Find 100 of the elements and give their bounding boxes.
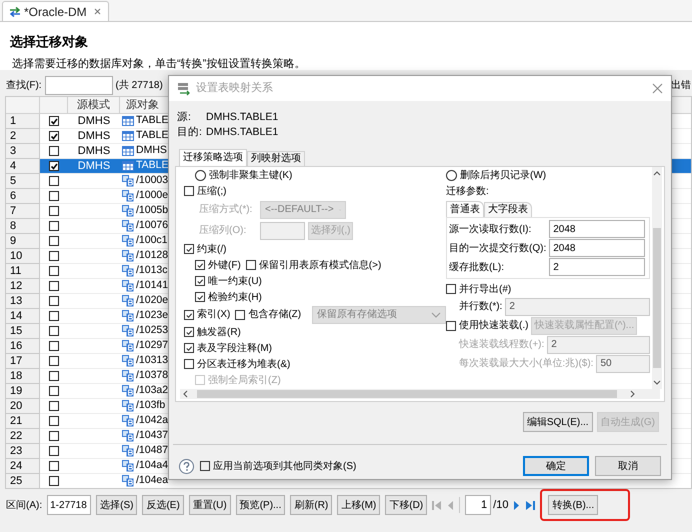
column-header[interactable]: 源对象 [120, 97, 159, 113]
text-field[interactable]: 2 [549, 258, 645, 276]
dialog-tab[interactable]: 迁移策略选项 [179, 149, 247, 166]
count-label: (共 27718) [116, 78, 163, 92]
table-mapping-icon [177, 82, 190, 96]
row-number: 13 [6, 294, 40, 309]
row-checkbox[interactable] [49, 266, 59, 276]
scroll-left-icon [182, 390, 189, 398]
field-label: 迁移参数: [446, 184, 489, 198]
option-checkbox[interactable]: 表及字段注释(M) [184, 340, 272, 356]
row-number: 7 [6, 204, 40, 219]
row-checkbox[interactable] [49, 146, 59, 156]
option-checkbox[interactable]: 唯一约束(U) [195, 274, 262, 288]
field-label: 压缩方式(*): [198, 202, 254, 217]
page-description: 选择需要迁移的数据库对象，单击“转换”按钮设置转换策略。 [11, 56, 306, 72]
field-value: DMHS.TABLE1 [206, 110, 278, 124]
row-checkbox[interactable] [49, 386, 59, 396]
table-cell-text: /10128 [136, 248, 168, 264]
row-checkbox[interactable] [49, 461, 59, 471]
option-checkbox[interactable]: 触发器(R) [184, 324, 241, 340]
toolbar-button[interactable]: 上移(M) [337, 495, 380, 515]
row-number: 8 [6, 219, 40, 234]
previous-page-icon [447, 500, 454, 510]
row-checkbox[interactable] [49, 341, 59, 351]
table-icon [122, 161, 134, 171]
dialog-button[interactable]: 取消 [595, 456, 661, 476]
toolbar-button[interactable]: 预览(P)... [236, 495, 286, 515]
option-checkbox[interactable]: 检验约束(H) [195, 290, 262, 304]
table-cell-text: /1000e [136, 188, 168, 204]
option-radio[interactable]: 强制非聚集主键(K) [195, 168, 292, 182]
option-checkbox[interactable]: 并行导出(#) [446, 282, 512, 296]
column-header[interactable]: 源模式 [68, 97, 120, 113]
row-number: 25 [6, 474, 40, 488]
find-label: 查找(F): [6, 78, 42, 92]
toolbar-button[interactable]: 下移(D) [385, 495, 428, 515]
toolbar-button[interactable]: 刷新(R) [290, 495, 332, 515]
param-tab[interactable]: 大字段表 [484, 202, 532, 217]
page-field[interactable]: 1 [465, 495, 492, 515]
row-checkbox[interactable] [49, 131, 59, 141]
option-checkbox[interactable]: 应用当前选项到其他同类对象(S) [200, 458, 356, 474]
row-checkbox[interactable] [49, 326, 59, 336]
scroll-thumb[interactable] [197, 390, 617, 398]
row-checkbox[interactable] [49, 311, 59, 321]
row-checkbox[interactable] [49, 446, 59, 456]
row-checkbox[interactable] [49, 401, 59, 411]
row-checkbox[interactable] [49, 161, 59, 171]
option-checkbox[interactable]: 约束(/) [184, 242, 226, 256]
option-checkbox[interactable]: 使用快速装载(.) [446, 318, 528, 333]
row-checkbox[interactable] [49, 116, 59, 126]
option-checkbox[interactable]: 包含存储(Z) [235, 307, 302, 322]
table-cell-text: /103a2 [136, 383, 168, 398]
row-number: 11 [6, 264, 40, 279]
row-checkbox[interactable] [49, 296, 59, 306]
search-field[interactable] [44, 76, 113, 94]
param-tab[interactable]: 普通表 [446, 201, 484, 217]
table-cell-text: /10297 [136, 338, 168, 354]
action-button[interactable]: 编辑SQL(E)... [522, 412, 593, 432]
table-cell-text: /10437 [136, 428, 168, 444]
table-cell-text: /1023e [136, 308, 168, 324]
scroll-thumb[interactable] [653, 228, 661, 368]
dialog-title: 设置表映射关系 [196, 80, 274, 96]
option-radio[interactable]: 删除后拷贝记录(W) [446, 168, 546, 182]
row-checkbox[interactable] [49, 221, 59, 231]
dialog-button[interactable]: 确定 [523, 456, 589, 476]
horizontal-scrollbar[interactable] [180, 389, 660, 399]
row-checkbox[interactable] [49, 251, 59, 261]
table-cell: DMHS [78, 145, 110, 157]
option-checkbox[interactable]: 保留引用表原有模式信息(>) [246, 258, 382, 272]
range-label: 区间(A): [6, 498, 42, 512]
row-checkbox[interactable] [49, 236, 59, 246]
close-icon [92, 7, 102, 16]
row-checkbox[interactable] [49, 356, 59, 366]
text-field[interactable]: 2048 [549, 220, 645, 238]
range-field[interactable]: 1-27718 [47, 495, 92, 515]
option-checkbox[interactable]: 压缩(;) [184, 184, 226, 198]
row-checkbox[interactable] [49, 371, 59, 381]
option-checkbox[interactable]: 外键(F) [195, 258, 241, 272]
option-checkbox[interactable]: 分区表迁移为堆表(&) [184, 356, 290, 372]
row-number: 14 [6, 309, 40, 324]
row-number: 24 [6, 459, 40, 474]
convert-button[interactable]: 转换(B)... [548, 495, 598, 515]
text-field[interactable]: 2048 [549, 239, 645, 257]
option-checkbox[interactable]: 索引(X) [184, 307, 230, 322]
toolbar-button[interactable]: 反选(E) [142, 495, 184, 515]
row-checkbox[interactable] [49, 476, 59, 486]
row-checkbox[interactable] [49, 281, 59, 291]
row-number: 3 [6, 144, 40, 159]
editor-tab[interactable]: *Oracle-DM [2, 1, 109, 21]
row-checkbox[interactable] [49, 416, 59, 426]
caret-icon [431, 310, 441, 318]
table-cell-text: /10076 [136, 218, 168, 234]
row-checkbox[interactable] [49, 206, 59, 216]
toolbar-button[interactable]: 重置(U) [188, 495, 231, 515]
vertical-scrollbar[interactable] [652, 167, 662, 389]
row-checkbox[interactable] [49, 176, 59, 186]
row-checkbox[interactable] [49, 191, 59, 201]
next-page-icon [513, 500, 520, 510]
dialog-tab[interactable]: 列映射选项 [247, 151, 305, 166]
toolbar-button[interactable]: 选择(S) [96, 495, 138, 515]
row-checkbox[interactable] [49, 431, 59, 441]
